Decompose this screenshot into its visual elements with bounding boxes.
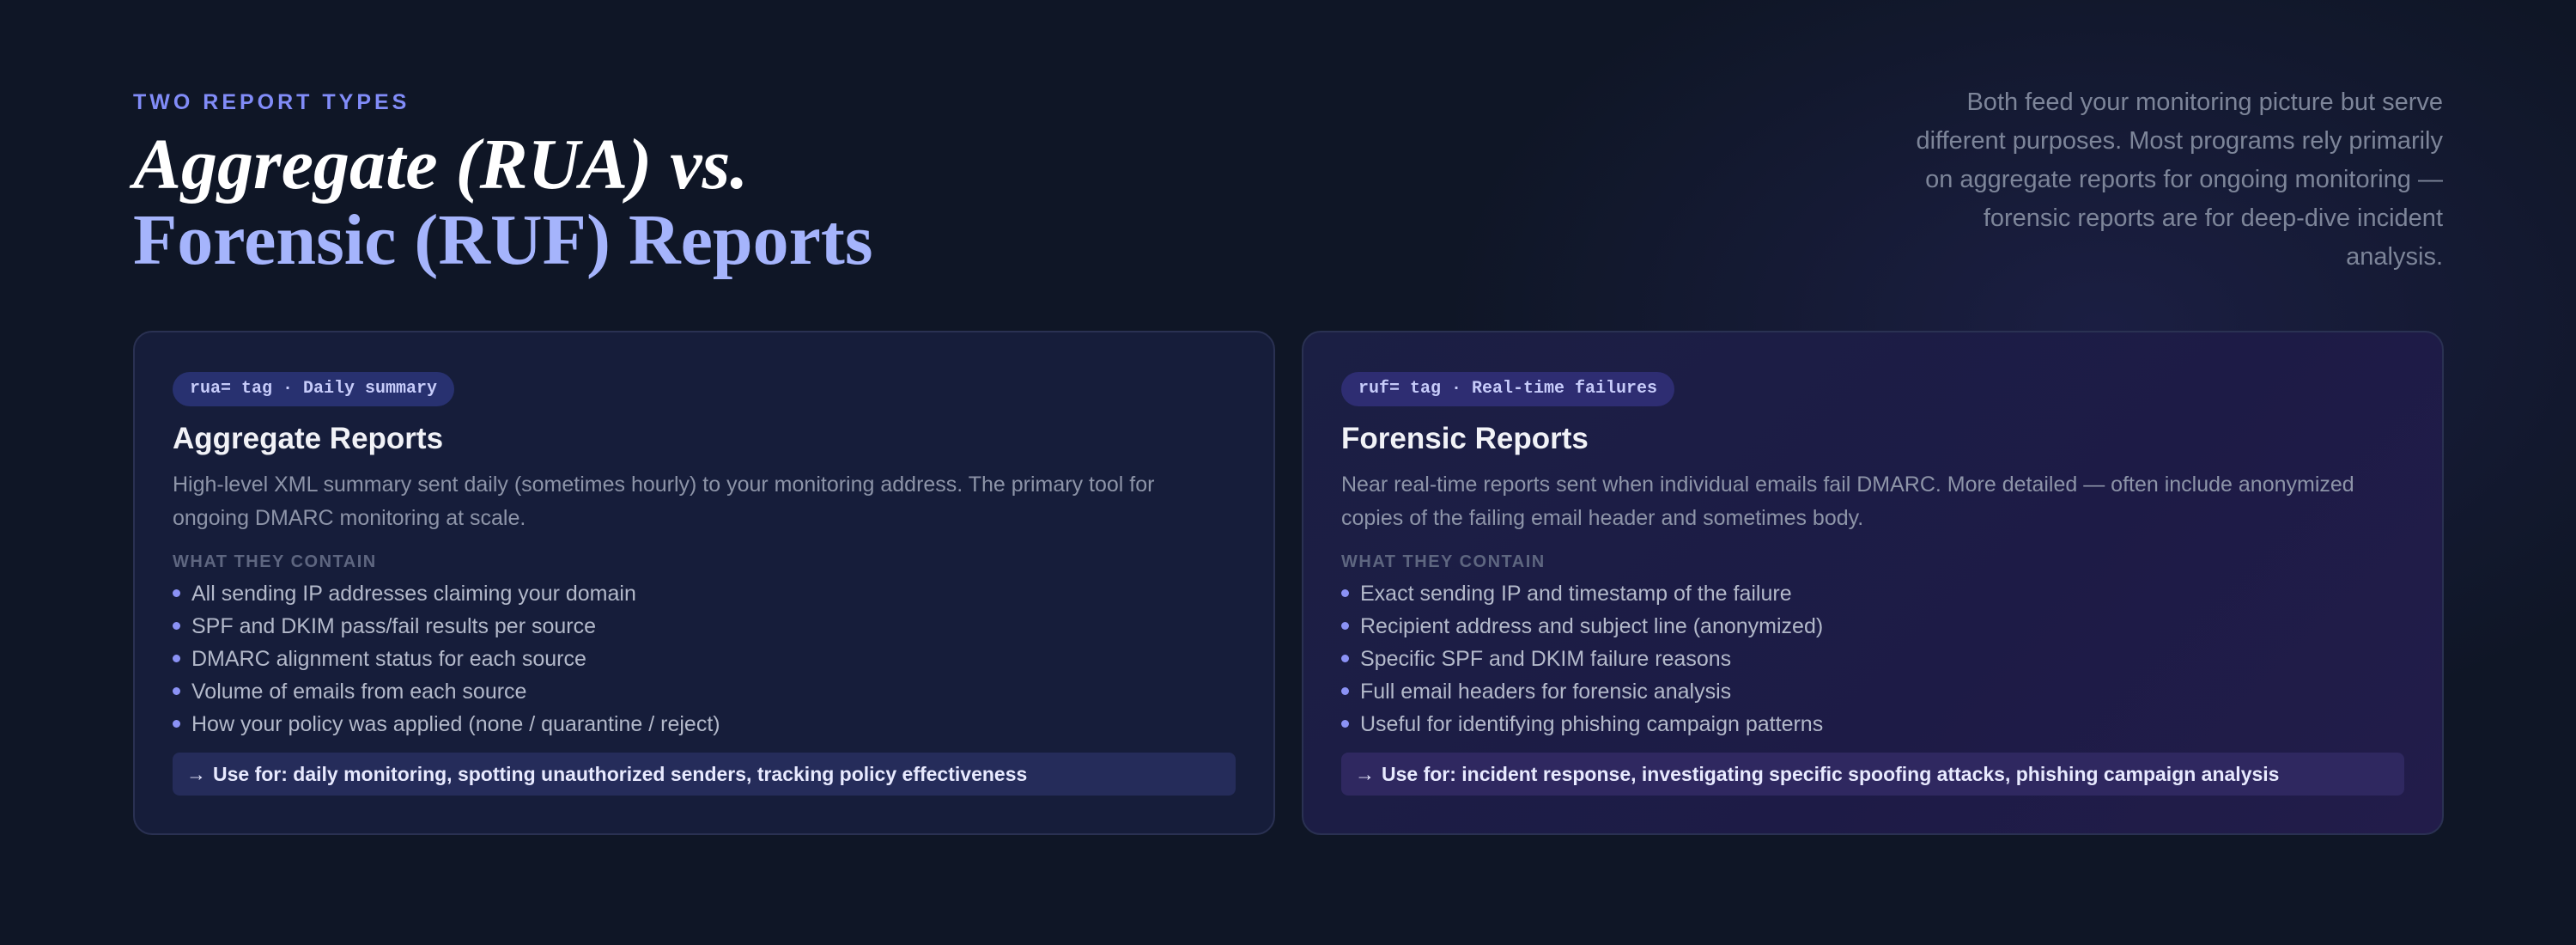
card-title: Aggregate Reports — [173, 422, 444, 455]
list-item: Exact sending IP and timestamp of the fa… — [1341, 577, 2404, 610]
bullet-icon — [1341, 622, 1349, 630]
list-item: Volume of emails from each source — [173, 675, 1236, 708]
section-label: WHAT THEY CONTAIN — [173, 552, 377, 571]
list-item-text: SPF and DKIM pass/fail results per sourc… — [191, 614, 597, 638]
list-item: DMARC alignment status for each source — [173, 643, 1236, 675]
list-item-text: Useful for identifying phishing campaign… — [1360, 712, 1824, 736]
list-item: How your policy was applied (none / quar… — [173, 708, 1236, 741]
contents-list: All sending IP addresses claiming your d… — [173, 577, 1236, 741]
aggregate-reports-card: rua= tag · Daily summary Aggregate Repor… — [133, 331, 1275, 835]
bullet-icon — [1341, 589, 1349, 597]
bullet-icon — [1341, 655, 1349, 662]
arrow-right-icon: → — [186, 763, 206, 785]
list-item: Recipient address and subject line (anon… — [1341, 610, 2404, 643]
ruf-tag-badge: ruf= tag · Real-time failures — [1341, 372, 1675, 406]
list-item-text: DMARC alignment status for each source — [191, 647, 586, 671]
list-item: Full email headers for forensic analysis — [1341, 675, 2404, 708]
bullet-icon — [1341, 720, 1349, 728]
page-title-line-1: Aggregate (RUA) vs. — [133, 125, 749, 204]
eyebrow-label: TWO REPORT TYPES — [133, 90, 410, 114]
card-description: High-level XML summary sent daily (somet… — [173, 472, 1155, 530]
bullet-icon — [1341, 687, 1349, 695]
list-item-text: Recipient address and subject line (anon… — [1360, 614, 1824, 638]
list-item: All sending IP addresses claiming your d… — [173, 577, 1236, 610]
rua-tag-badge: rua= tag · Daily summary — [173, 372, 455, 406]
card-description: Near real-time reports sent when individ… — [1341, 472, 2354, 530]
bullet-icon — [173, 622, 180, 630]
bullet-icon — [173, 687, 180, 695]
use-for-callout: → Use for: incident response, investigati… — [1341, 753, 2404, 796]
list-item-text: How your policy was applied (none / quar… — [191, 712, 720, 736]
bullet-icon — [173, 655, 180, 662]
intro-paragraph: Both feed your monitoring picture but se… — [1916, 88, 2443, 271]
use-for-text: Use for: daily monitoring, spotting unau… — [213, 763, 1028, 785]
list-item-text: Full email headers for forensic analysis — [1360, 680, 1732, 704]
list-item: SPF and DKIM pass/fail results per sourc… — [173, 610, 1236, 643]
page-title-line-2: Forensic (RUF) Reports — [133, 200, 873, 280]
list-item-text: All sending IP addresses claiming your d… — [191, 582, 636, 606]
list-item-text: Exact sending IP and timestamp of the fa… — [1360, 582, 1792, 606]
card-title: Forensic Reports — [1341, 422, 1589, 455]
list-item: Specific SPF and DKIM failure reasons — [1341, 643, 2404, 675]
page-title: Aggregate (RUA) vs. Forensic (RUF) Repor… — [133, 127, 873, 278]
bullet-icon — [173, 720, 180, 728]
arrow-right-icon: → — [1355, 763, 1375, 785]
contents-list: Exact sending IP and timestamp of the fa… — [1341, 577, 2404, 741]
list-item: Useful for identifying phishing campaign… — [1341, 708, 2404, 741]
section-label: WHAT THEY CONTAIN — [1341, 552, 1546, 571]
use-for-callout: → Use for: daily monitoring, spotting una… — [173, 753, 1236, 796]
list-item-text: Specific SPF and DKIM failure reasons — [1360, 647, 1732, 671]
use-for-text: Use for: incident response, investigatin… — [1382, 763, 2280, 785]
list-item-text: Volume of emails from each source — [191, 680, 527, 704]
bullet-icon — [173, 589, 180, 597]
forensic-reports-card: ruf= tag · Real-time failures Forensic R… — [1302, 331, 2444, 835]
